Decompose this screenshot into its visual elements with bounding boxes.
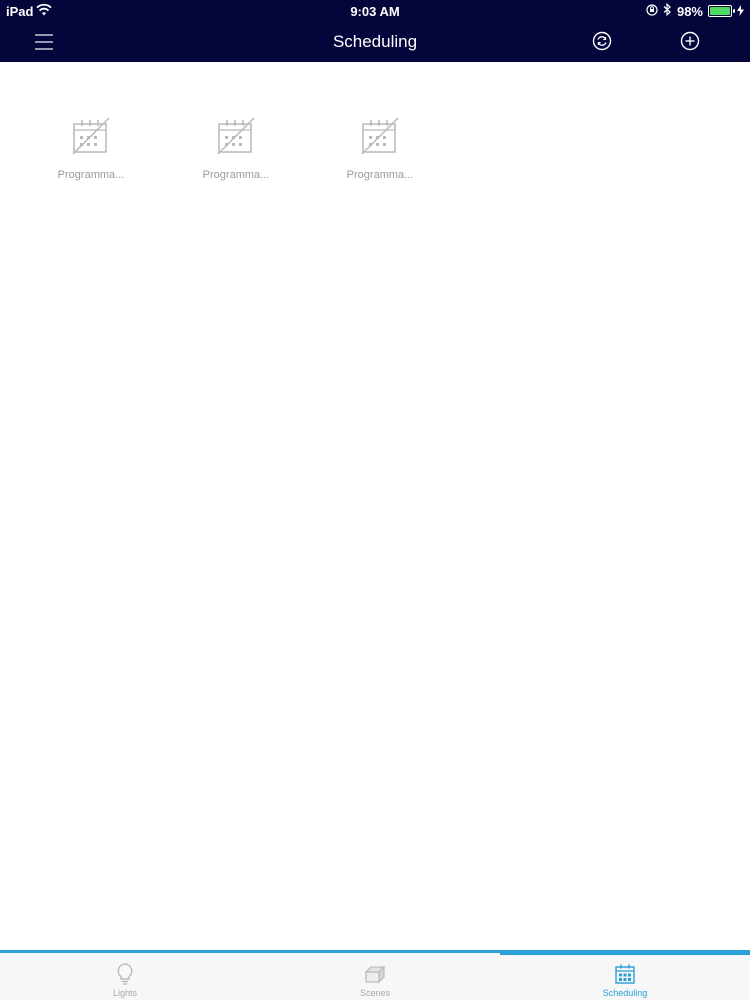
bulb-icon xyxy=(113,962,137,986)
add-icon xyxy=(680,31,700,51)
add-button[interactable] xyxy=(679,30,701,52)
schedule-label: Programma... xyxy=(57,169,125,181)
calendar-disabled-icon xyxy=(71,116,111,156)
battery-percent: 98% xyxy=(676,3,703,19)
schedule-label: Programma... xyxy=(346,169,414,181)
sync-icon xyxy=(592,31,612,51)
tab-lights[interactable]: Lights xyxy=(0,953,250,1000)
charging-icon xyxy=(737,4,744,19)
top-bar: iPad 9:03 AM 98% Scheduling xyxy=(0,0,750,62)
clock-label: 9:03 AM xyxy=(350,4,400,19)
schedule-item[interactable]: Programma... xyxy=(36,110,146,190)
tab-scheduling[interactable]: Scheduling xyxy=(500,953,750,1000)
calendar-icon xyxy=(613,962,637,986)
tab-scenes[interactable]: Scenes xyxy=(250,953,500,1000)
calendar-disabled-icon xyxy=(360,116,400,156)
schedule-label: Programma... xyxy=(202,169,270,181)
battery-icon xyxy=(708,5,735,17)
status-bar: iPad 9:03 AM 98% xyxy=(0,0,750,22)
status-right: 98% xyxy=(646,2,744,19)
bluetooth-icon xyxy=(663,2,672,19)
tab-label: Scenes xyxy=(359,988,391,998)
calendar-disabled-icon xyxy=(216,116,256,156)
sync-button[interactable] xyxy=(591,30,613,52)
nav-bar: Scheduling xyxy=(0,22,750,62)
tab-label: Lights xyxy=(112,988,138,998)
battery-fill xyxy=(710,7,730,15)
schedule-item[interactable]: Programma... xyxy=(181,110,291,190)
tab-label: Scheduling xyxy=(602,988,648,998)
schedule-grid: Programma... Programma... Programma... xyxy=(0,110,750,200)
schedule-item[interactable]: Programma... xyxy=(325,110,435,190)
page-title: Scheduling xyxy=(332,32,418,51)
orientation-lock-icon xyxy=(646,3,658,19)
tab-bar: Lights Scenes Scheduling xyxy=(0,950,750,1000)
scenes-icon xyxy=(363,962,387,986)
